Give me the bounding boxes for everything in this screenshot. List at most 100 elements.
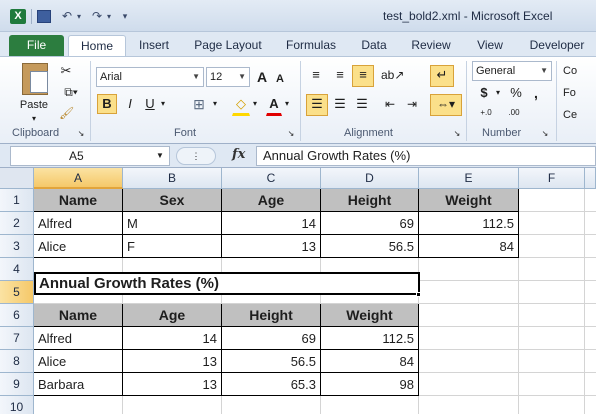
tab-home[interactable]: Home [68,35,126,56]
name-box-dropdown-icon[interactable]: ▼ [154,147,166,165]
align-center-icon[interactable]: ☰ [330,94,350,114]
cell-styles-button[interactable]: Ce [562,105,596,125]
column-header-g[interactable] [585,168,596,189]
tab-formulas[interactable]: Formulas [281,35,341,56]
table2-cell[interactable]: 56.5 [222,350,321,373]
middle-align-icon[interactable]: ≡ [330,65,350,85]
table2-cell[interactable]: 13 [123,373,222,396]
table2-cell[interactable]: 14 [123,327,222,350]
column-header-a[interactable]: A [34,168,123,189]
row-header-10[interactable]: 10 [0,396,34,414]
wrap-text-icon[interactable]: ↵ [430,65,454,87]
table2-cell[interactable]: Alice [34,350,123,373]
table1-cell[interactable]: Alfred [34,212,123,235]
number-format-dropdown-icon[interactable]: ▼ [540,62,548,80]
copy-icon[interactable]: ⧉▾ [58,82,84,102]
row-header-5[interactable]: 5 [0,281,34,304]
redo-icon[interactable]: ↷ [90,9,104,24]
fill-color-dropdown-icon[interactable]: ▾ [250,94,260,114]
table1-cell[interactable]: 84 [419,235,519,258]
tab-data[interactable]: Data [356,35,392,56]
table2-cell[interactable]: 65.3 [222,373,321,396]
increase-indent-icon[interactable]: ⇥ [402,94,422,114]
table2-header-cell[interactable]: Height [222,304,321,327]
table2-cell[interactable]: 84 [321,350,419,373]
fill-color-icon[interactable]: ◇ [232,94,250,116]
excel-logo-icon[interactable]: X [10,9,26,24]
conditional-formatting-button[interactable]: Co [562,61,596,81]
clipboard-launcher-icon[interactable]: ↘ [76,127,86,141]
orientation-icon[interactable]: ab↗ [380,65,404,85]
column-header-d[interactable]: D [321,168,419,189]
row-header-3[interactable]: 3 [0,235,34,258]
formula-input[interactable]: Annual Growth Rates (%) [256,146,596,166]
undo-dropdown-icon[interactable]: ▾ [75,9,83,24]
table1-header-cell[interactable]: Sex [123,189,222,212]
increase-decimal-button[interactable]: +.0 [474,103,498,123]
font-launcher-icon[interactable]: ↘ [286,127,296,141]
decrease-decimal-button[interactable]: .00 [502,103,526,123]
table2-header-cell[interactable]: Age [123,304,222,327]
table1-cell[interactable]: 14 [222,212,321,235]
table2-header-cell[interactable]: Name [34,304,123,327]
redo-dropdown-icon[interactable]: ▾ [105,9,113,24]
italic-button[interactable]: I [121,94,139,114]
table1-cell[interactable]: 69 [321,212,419,235]
table2-cell[interactable]: Alfred [34,327,123,350]
table2-cell[interactable]: 98 [321,373,419,396]
insert-function-icon[interactable]: fx [232,147,245,162]
comma-button[interactable]: , [528,83,544,103]
borders-dropdown-icon[interactable]: ▾ [210,94,220,114]
customize-qat-icon[interactable]: ▾ [120,9,130,24]
row-header-2[interactable]: 2 [0,212,34,235]
tab-developer[interactable]: Developer [524,35,590,56]
table2-cell[interactable]: 13 [123,350,222,373]
shrink-font-icon[interactable]: A [272,69,288,89]
font-color-dropdown-icon[interactable]: ▾ [282,94,292,114]
font-size-dropdown-icon[interactable]: ▼ [238,68,246,86]
column-header-c[interactable]: C [222,168,321,189]
table2-cell[interactable]: 112.5 [321,327,419,350]
table1-header-cell[interactable]: Name [34,189,123,212]
percent-button[interactable]: % [508,83,524,103]
table2-header-cell[interactable]: Weight [321,304,419,327]
table2-cell[interactable]: Barbara [34,373,123,396]
align-right-icon[interactable]: ☰ [352,94,372,114]
font-size-box[interactable]: 12 ▼ [206,67,250,87]
row-header-4[interactable]: 4 [0,258,34,281]
table1-header-cell[interactable]: Weight [419,189,519,212]
formula-bar-resize-handle[interactable]: ⋮ [176,147,216,165]
font-name-dropdown-icon[interactable]: ▼ [192,68,200,86]
alignment-launcher-icon[interactable]: ↘ [452,127,462,141]
table1-cell[interactable]: 56.5 [321,235,419,258]
cut-icon[interactable]: ✂ [58,61,74,81]
fill-handle[interactable] [416,292,421,297]
selected-cell-a5[interactable]: Annual Growth Rates (%) [34,272,420,295]
merge-center-icon[interactable]: ⇔▾ [430,94,462,116]
table1-cell[interactable]: 112.5 [419,212,519,235]
font-color-icon[interactable]: A [266,94,282,116]
table1-cell[interactable]: M [123,212,222,235]
paste-dropdown-icon[interactable]: ▾ [22,109,46,129]
tab-review[interactable]: Review [406,35,456,56]
tab-file[interactable]: File [9,35,64,56]
undo-icon[interactable]: ↶ [60,9,74,24]
number-launcher-icon[interactable]: ↘ [540,127,550,141]
decrease-indent-icon[interactable]: ⇤ [380,94,400,114]
table1-cell[interactable]: F [123,235,222,258]
select-all-corner[interactable] [0,168,34,189]
column-header-e[interactable]: E [419,168,519,189]
top-align-icon[interactable]: ≡ [306,65,326,85]
column-header-f[interactable]: F [519,168,585,189]
row-header-7[interactable]: 7 [0,327,34,350]
format-painter-icon[interactable]: 🖌 [58,103,74,123]
tab-insert[interactable]: Insert [132,35,176,56]
grow-font-icon[interactable]: A [254,67,270,87]
row-header-8[interactable]: 8 [0,350,34,373]
tab-view[interactable]: View [472,35,508,56]
worksheet-grid[interactable]: A B C D E F 1 2 3 4 5 6 7 8 9 10 Name Se… [0,168,596,414]
table1-cell[interactable]: 13 [222,235,321,258]
row-header-6[interactable]: 6 [0,304,34,327]
table1-cell[interactable]: Alice [34,235,123,258]
bottom-align-icon[interactable]: ≡ [352,65,374,87]
